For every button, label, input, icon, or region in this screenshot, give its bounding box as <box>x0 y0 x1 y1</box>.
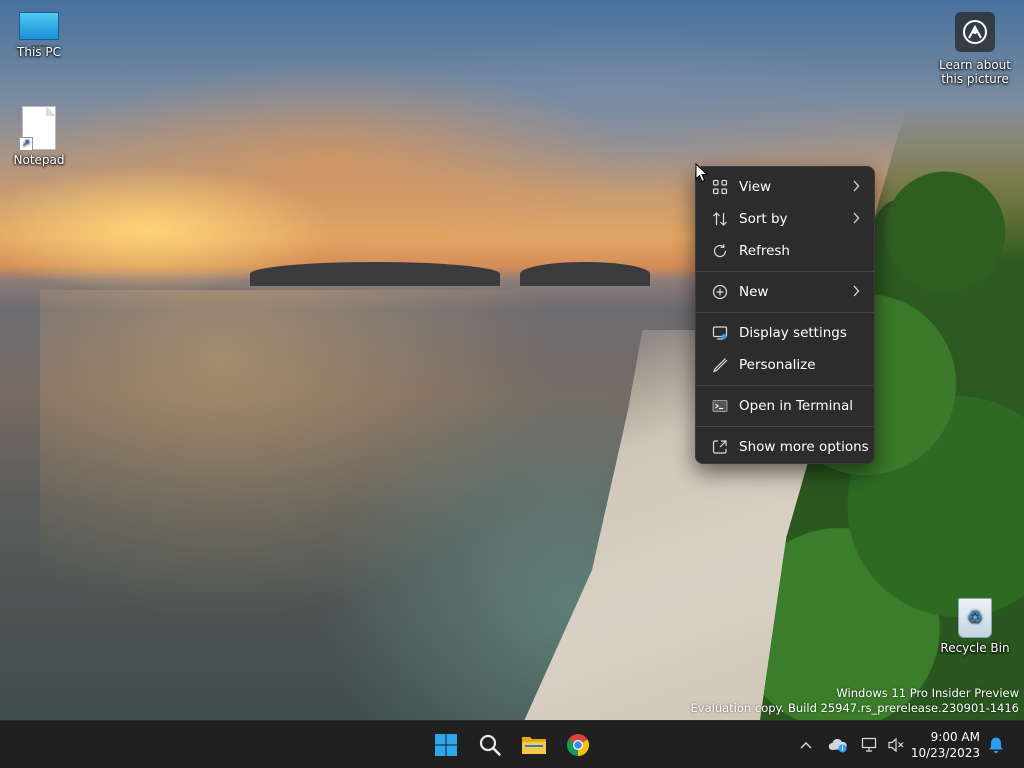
show-more-options-icon <box>710 437 730 457</box>
menu-item-label: View <box>739 179 772 195</box>
learn-line-2: this picture <box>941 72 1009 86</box>
menu-item-view[interactable]: View <box>700 171 870 203</box>
menu-item-label: Sort by <box>739 211 788 227</box>
desktop-icon-recycle-bin[interactable]: ♻ Recycle Bin <box>936 598 1014 655</box>
search-icon <box>479 734 501 756</box>
sort-arrows-icon <box>710 209 730 229</box>
menu-item-label: Refresh <box>739 243 790 259</box>
menu-separator <box>696 312 874 313</box>
view-grid-icon <box>710 177 730 197</box>
chevron-right-icon <box>853 212 860 224</box>
chevron-right-icon <box>853 285 860 297</box>
menu-item-new[interactable]: New <box>700 276 870 308</box>
menu-item-open-in-terminal[interactable]: Open in Terminal <box>700 390 870 422</box>
volume-button[interactable] <box>886 735 906 755</box>
file-explorer-icon <box>522 737 546 754</box>
show-hidden-icons-button[interactable] <box>796 735 816 755</box>
display-settings-icon <box>710 323 730 343</box>
watermark-line-2: Evaluation copy. Build 25947.rs_prerelea… <box>690 701 1019 715</box>
taskbar: 9:00 AM 10/23/2023 <box>0 720 1024 768</box>
menu-separator <box>696 271 874 272</box>
volume-muted-icon <box>888 737 904 753</box>
desktop-icon-label: Notepad <box>13 153 65 167</box>
menu-item-refresh[interactable]: Refresh <box>700 235 870 267</box>
windows-watermark: Windows 11 Pro Insider Preview Evaluatio… <box>691 686 1019 716</box>
wallpaper-island <box>250 262 500 286</box>
chevron-up-icon <box>800 742 812 749</box>
personalize-brush-icon <box>710 355 730 375</box>
start-button[interactable] <box>430 729 462 761</box>
desktop-icon-notepad[interactable]: ↗ Notepad <box>0 106 78 167</box>
learn-line-1: Learn about <box>939 58 1011 72</box>
menu-item-label: Display settings <box>739 325 847 341</box>
network-button[interactable] <box>860 735 880 755</box>
clock-time: 9:00 AM <box>930 730 980 744</box>
menu-separator <box>696 385 874 386</box>
notification-center-button[interactable] <box>986 735 1006 755</box>
menu-item-label: New <box>739 284 769 300</box>
wallpaper-island <box>520 262 650 286</box>
chrome-icon <box>567 734 589 756</box>
search-button[interactable] <box>474 729 506 761</box>
desktop-context-menu: View Sort by Refresh New Display setting… <box>695 166 875 464</box>
file-explorer-button[interactable] <box>518 729 550 761</box>
onedrive-icon <box>828 738 847 753</box>
learn-about-picture-button[interactable] <box>955 12 995 52</box>
terminal-icon <box>710 396 730 416</box>
this-pc-icon <box>19 12 59 47</box>
onedrive-button[interactable] <box>828 735 848 755</box>
desktop-icon-label: This PC <box>17 45 61 59</box>
menu-separator <box>696 426 874 427</box>
network-icon <box>861 737 877 752</box>
clock-date: 10/23/2023 <box>910 746 980 760</box>
menu-item-personalize[interactable]: Personalize <box>700 349 870 381</box>
chrome-button[interactable] <box>562 729 594 761</box>
desktop-icon-this-pc[interactable]: This PC <box>0 12 78 59</box>
mouse-cursor-icon <box>695 163 709 183</box>
new-plus-icon <box>710 282 730 302</box>
start-icon <box>435 734 457 756</box>
menu-item-label: Open in Terminal <box>739 398 853 414</box>
menu-item-show-more-options[interactable]: Show more options <box>700 431 870 463</box>
desktop-icon-label: Recycle Bin <box>940 641 1010 655</box>
menu-item-display-settings[interactable]: Display settings <box>700 317 870 349</box>
menu-item-sort-by[interactable]: Sort by <box>700 203 870 235</box>
chevron-right-icon <box>853 180 860 192</box>
watermark-line-1: Windows 11 Pro Insider Preview <box>836 686 1019 700</box>
notepad-icon: ↗ <box>19 106 56 151</box>
recycle-bin-icon: ♻ <box>958 598 992 638</box>
menu-item-label: Show more options <box>739 439 869 455</box>
notification-bell-icon <box>989 737 1003 753</box>
shortcut-arrow-icon: ↗ <box>19 137 33 151</box>
taskbar-clock[interactable]: 9:00 AM 10/23/2023 <box>911 729 980 761</box>
menu-item-label: Personalize <box>739 357 816 373</box>
learn-about-picture[interactable]: Learn about this picture <box>935 12 1015 86</box>
camera-lens-icon <box>963 20 987 44</box>
refresh-icon <box>710 241 730 261</box>
